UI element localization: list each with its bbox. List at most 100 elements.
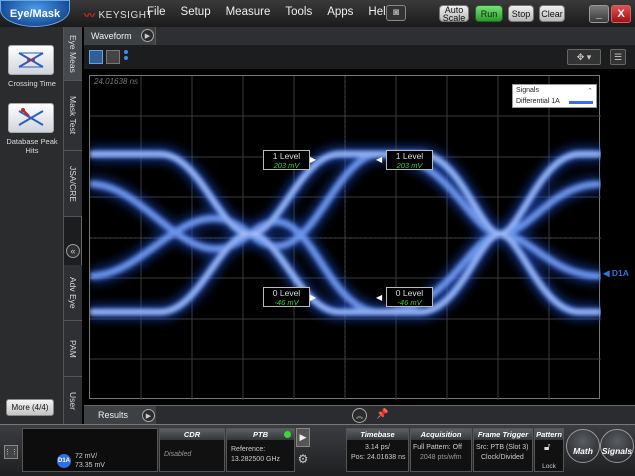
single-view-icon[interactable]: [89, 50, 103, 64]
signals-button[interactable]: Signals: [600, 429, 634, 463]
menu-bar: File Setup Measure Tools Apps Help: [147, 6, 407, 18]
eye-diagram-graticule: [90, 76, 601, 400]
results-bar: Results ▶ ︽ 📌: [84, 405, 635, 425]
one-level-marker-right[interactable]: 1 Level 203 mV: [386, 150, 433, 170]
more-button[interactable]: More (4/4): [6, 399, 54, 416]
keysight-logo: 〰 KEYSIGHT: [84, 7, 153, 23]
database-peak-hits-button[interactable]: [8, 103, 54, 133]
waveform-tab-play-icon[interactable]: ▶: [141, 29, 154, 42]
tab-eye-meas[interactable]: Eye Meas: [64, 27, 82, 81]
measurement-panel: Crossing Time Database Peak Hits More (4…: [0, 27, 64, 426]
crossing-time-label: Crossing Time: [8, 79, 56, 88]
status-bar: ⋮⋮ D1A 72 mV/ 73.35 mV CDR Disabled PTB …: [0, 424, 635, 476]
signals-legend[interactable]: Signals ⌃ Differential 1A: [512, 84, 597, 108]
right-arrow-icon: ▶: [310, 293, 317, 302]
top-bar: Eye/Mask 〰 KEYSIGHT File Setup Measure T…: [0, 0, 635, 27]
level-name: 1 Level: [395, 151, 424, 161]
menu-tools[interactable]: Tools: [285, 6, 312, 18]
channel-status[interactable]: D1A 72 mV/ 73.35 mV: [22, 428, 158, 472]
lock-icon: 🔓︎: [544, 442, 551, 453]
frame-trigger-title: Frame Trigger: [474, 429, 532, 440]
channel-marker[interactable]: ◀ D1A: [603, 268, 629, 279]
tab-mask-test[interactable]: Mask Test: [64, 81, 82, 151]
ptb-expand-icon[interactable]: ▶: [296, 428, 310, 447]
ptb-status[interactable]: PTB Reference: 13.282500 GHz: [226, 428, 295, 472]
brand-name: KEYSIGHT: [98, 9, 154, 21]
close-button[interactable]: X: [611, 5, 631, 23]
screenshot-camera-icon[interactable]: ◙: [386, 5, 406, 21]
zero-level-marker-right[interactable]: 0 Level -46 mV: [386, 287, 433, 307]
frame-trigger-source: Src: PTB (Slot 3): [476, 444, 529, 451]
crossing-time-icon: [18, 52, 44, 68]
legend-collapse-icon[interactable]: ⌃: [587, 87, 593, 95]
tab-jsa-cre[interactable]: JSA/CRE: [64, 151, 82, 217]
results-play-icon[interactable]: ▶: [142, 409, 155, 422]
settings-gear-icon[interactable]: ⚙: [296, 449, 310, 468]
minimize-button[interactable]: _: [589, 5, 609, 23]
tab-pam-label: PAM: [68, 339, 78, 358]
level-value: -46 mV: [274, 298, 299, 307]
tab-jsa-cre-label: JSA/CRE: [68, 165, 78, 202]
pan-zoom-tool-icon[interactable]: ✥ ▾: [567, 49, 601, 65]
level-name: 0 Level: [272, 288, 301, 298]
run-button[interactable]: Run: [475, 5, 503, 22]
level-value: -46 mV: [397, 298, 422, 307]
tab-adv-eye-label: Adv Eye: [68, 276, 78, 309]
cdr-title: CDR: [160, 429, 224, 440]
level-name: 1 Level: [272, 151, 301, 161]
zero-level-marker-left[interactable]: 0 Level -46 mV: [263, 287, 310, 307]
timebase-title: Timebase: [347, 429, 408, 440]
legend-title: Signals: [516, 87, 539, 94]
vertical-tab-strip: Eye Meas Mask Test JSA/CRE « Adv Eye PAM…: [64, 27, 82, 426]
math-button[interactable]: Math: [566, 429, 600, 463]
tab-pam[interactable]: PAM: [64, 321, 82, 377]
auto-scale-button[interactable]: Auto Scale: [439, 5, 469, 22]
clear-button[interactable]: Clear: [539, 5, 565, 22]
waveform-header: Waveform ▶: [84, 27, 635, 45]
eye-diagram-display[interactable]: 24.01638 ns: [89, 75, 601, 400]
collapse-panel-icon[interactable]: «: [66, 244, 80, 258]
grid-view-icon[interactable]: [106, 50, 120, 64]
acquisition-title: Acquisition: [411, 429, 471, 440]
pin-icon[interactable]: 📌: [376, 409, 388, 420]
acquisition-status[interactable]: Acquisition Full Pattern: Off 2048 pts/w…: [410, 428, 472, 472]
channel-badge: D1A: [57, 454, 71, 468]
frame-trigger-status[interactable]: Frame Trigger Src: PTB (Slot 3) Clock/Di…: [473, 428, 533, 472]
keysight-wave-icon: 〰: [84, 10, 96, 22]
cdr-value: Disabled: [164, 451, 192, 458]
acquisition-points: 2048 pts/wfm: [420, 454, 462, 461]
expand-results-icon[interactable]: ︽: [352, 408, 367, 423]
app-window: Eye/Mask 〰 KEYSIGHT File Setup Measure T…: [0, 0, 635, 476]
channel-scale: 72 mV/: [75, 453, 98, 460]
ptb-line2: 13.282500 GHz: [231, 456, 281, 463]
legend-signal-swatch: [569, 101, 593, 104]
timebase-scale: 3.14 ps/: [365, 444, 390, 451]
panel-menu-icon[interactable]: ☰: [610, 49, 626, 65]
tab-adv-eye[interactable]: Adv Eye: [64, 265, 82, 321]
channel-offset: 73.35 mV: [75, 462, 105, 469]
keypad-icon[interactable]: ⋮⋮: [4, 445, 18, 459]
database-peak-icon: [18, 108, 44, 126]
view-dots-icon[interactable]: [124, 50, 128, 64]
eye-mask-mode-button[interactable]: Eye/Mask: [0, 0, 70, 27]
right-arrow-icon: ▶: [310, 155, 317, 164]
acquisition-pattern: Full Pattern: Off: [413, 444, 462, 451]
timebase-status[interactable]: Timebase 3.14 ps/ Pos: 24.01638 ns: [346, 428, 409, 472]
ptb-status-led: [284, 431, 291, 438]
tab-user[interactable]: User: [64, 377, 82, 426]
timebase-position: Pos: 24.01638 ns: [351, 454, 406, 461]
cdr-status[interactable]: CDR Disabled: [159, 428, 225, 472]
timestamp-label: 24.01638 ns: [94, 77, 139, 86]
menu-apps[interactable]: Apps: [327, 6, 353, 18]
crossing-time-button[interactable]: [8, 45, 54, 75]
menu-file[interactable]: File: [147, 6, 166, 18]
frame-trigger-mode: Clock/Divided: [481, 454, 524, 461]
pattern-lock-status[interactable]: Pattern 🔓︎ Lock: [534, 428, 564, 472]
level-value: 203 mV: [396, 161, 423, 170]
stop-button[interactable]: Stop: [508, 5, 534, 22]
menu-measure[interactable]: Measure: [226, 6, 271, 18]
left-arrow-icon: ◀: [376, 293, 383, 302]
tab-eye-meas-label: Eye Meas: [68, 34, 78, 73]
menu-setup[interactable]: Setup: [181, 6, 211, 18]
one-level-marker-left[interactable]: 1 Level 203 mV: [263, 150, 310, 170]
